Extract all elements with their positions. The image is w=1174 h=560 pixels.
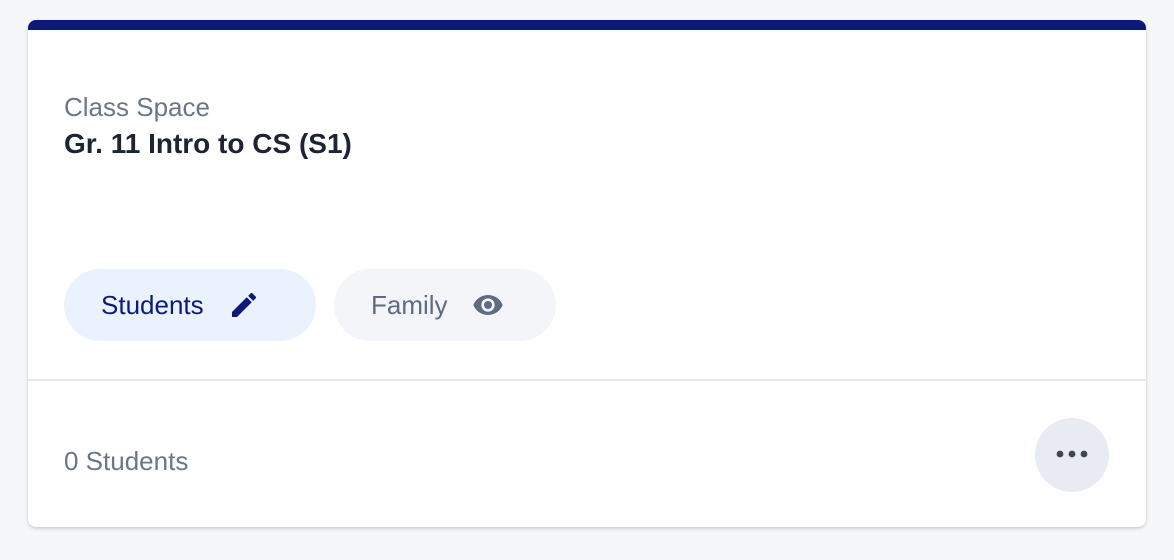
more-options-button[interactable]: [1035, 418, 1109, 492]
more-horizontal-icon: [1055, 446, 1089, 464]
card-header: Class Space Gr. 11 Intro to CS (S1) Stud…: [28, 30, 1146, 380]
class-space-card: Class Space Gr. 11 Intro to CS (S1) Stud…: [28, 20, 1146, 527]
family-permission-chip[interactable]: Family: [334, 269, 556, 341]
card-accent-bar: [28, 20, 1146, 30]
card-title: Gr. 11 Intro to CS (S1): [64, 128, 352, 159]
family-chip-label: Family: [371, 290, 448, 320]
pencil-icon: [228, 289, 260, 321]
student-count: 0 Students: [64, 446, 189, 476]
students-permission-chip[interactable]: Students: [64, 269, 316, 341]
card-divider: [28, 379, 1146, 381]
card-eyebrow: Class Space: [64, 92, 210, 122]
students-chip-label: Students: [101, 290, 204, 320]
eye-icon: [472, 289, 504, 321]
